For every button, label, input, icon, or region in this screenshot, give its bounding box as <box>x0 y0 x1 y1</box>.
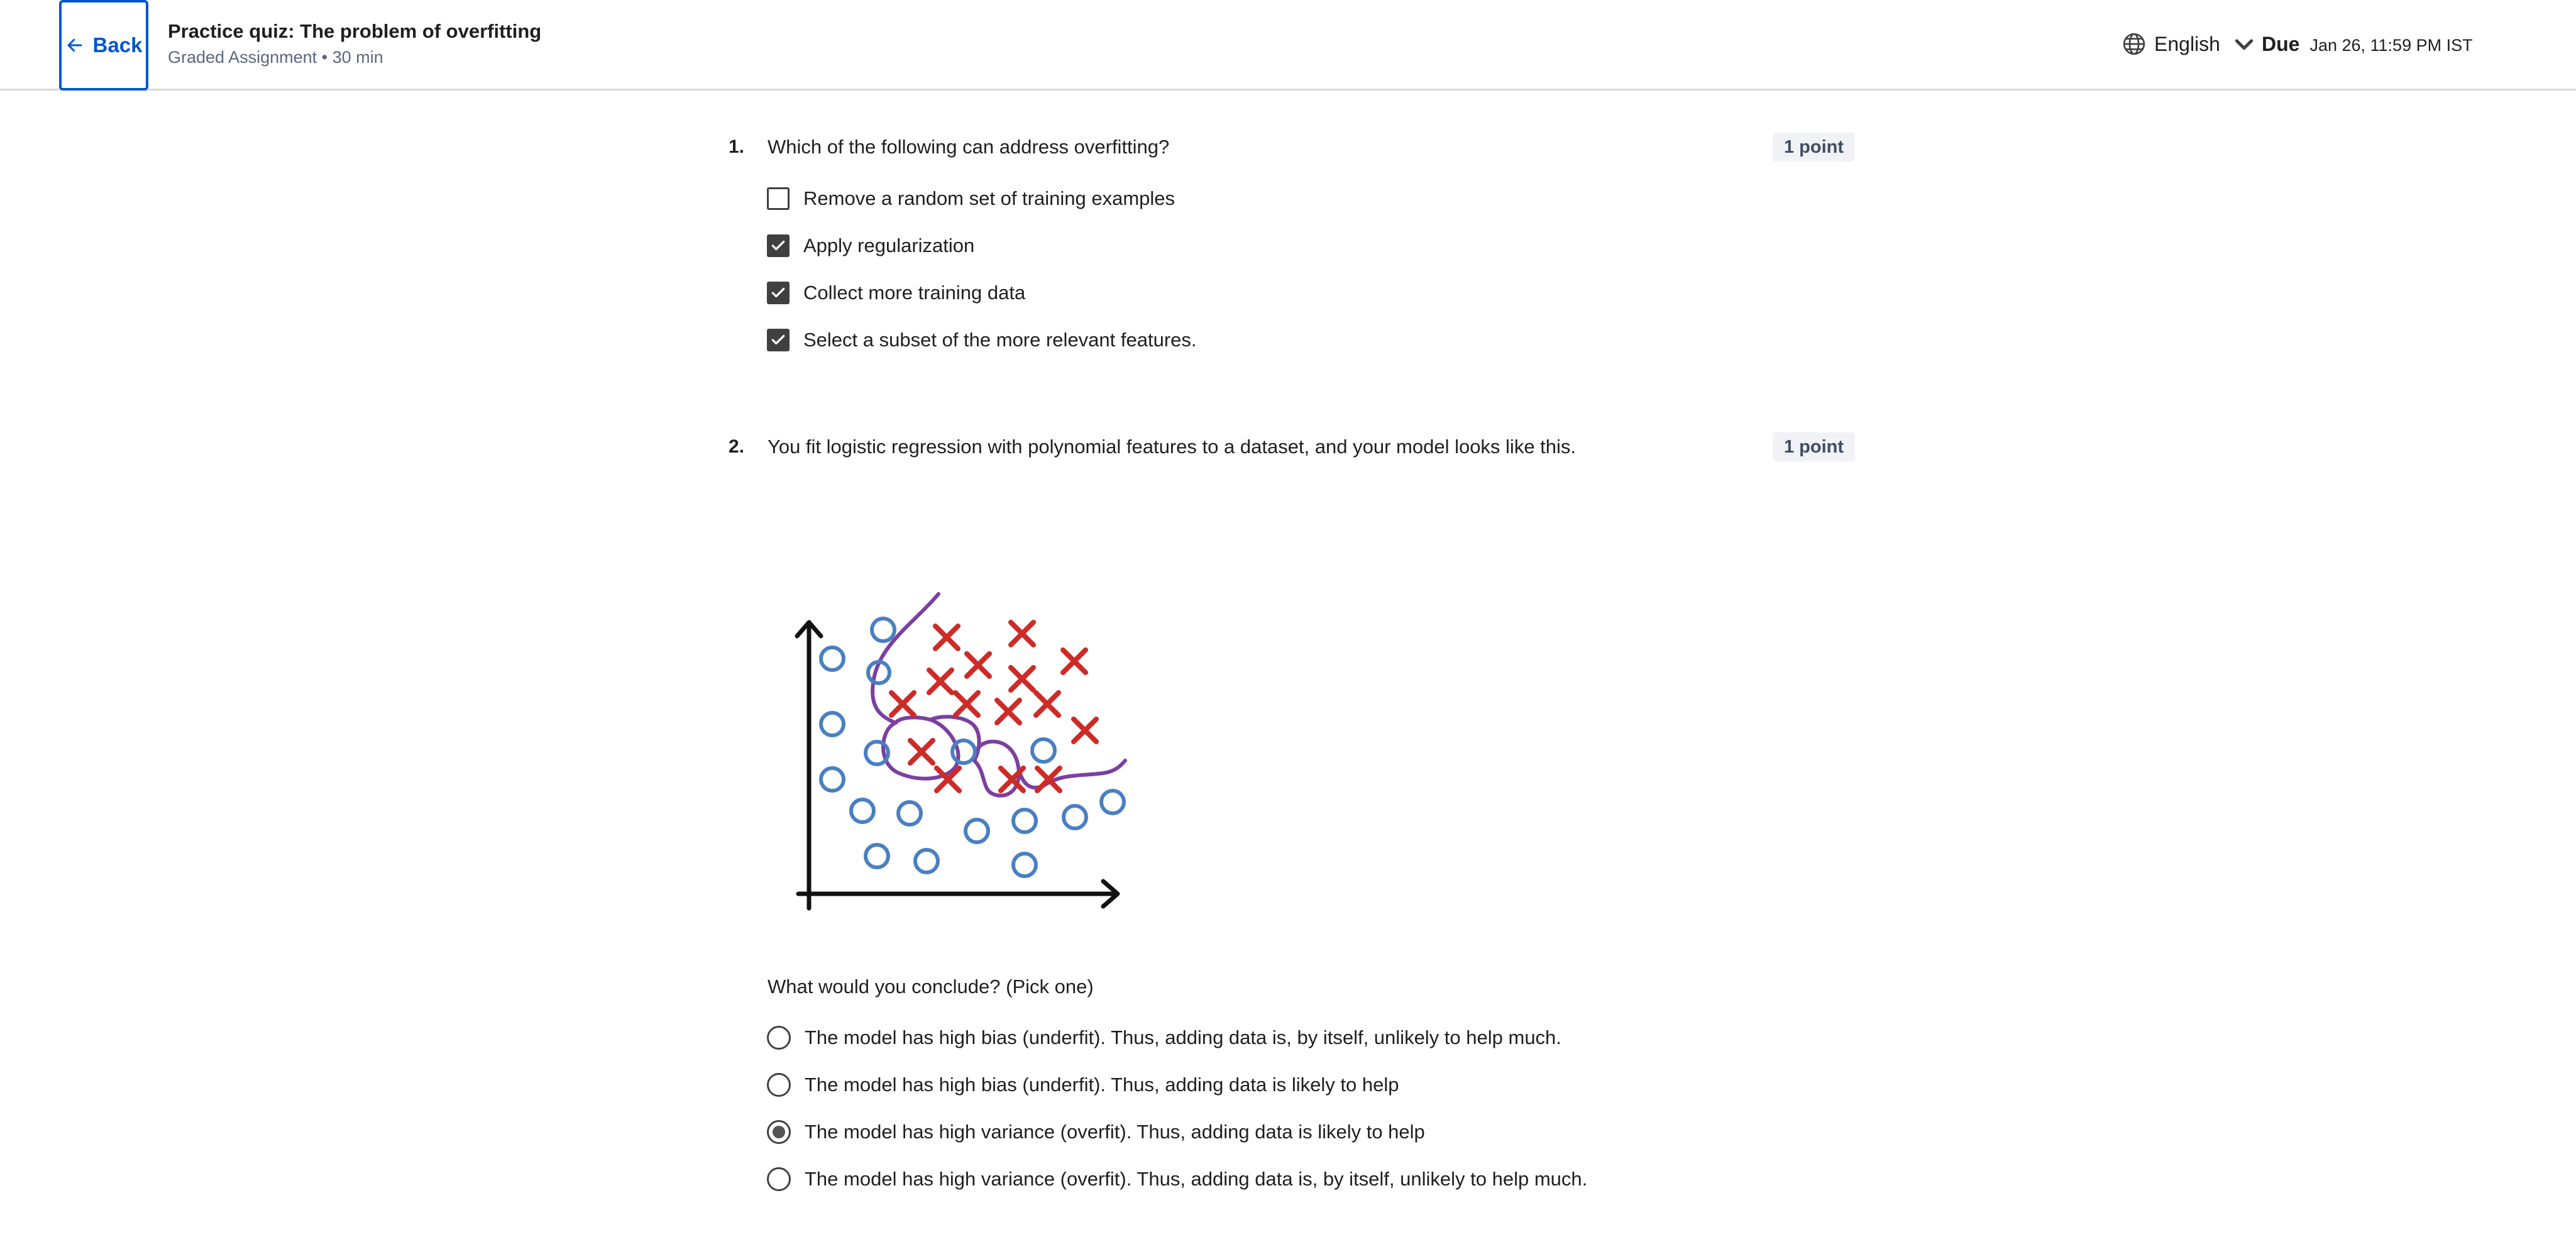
option-label: The model has high variance (overfit). T… <box>805 1121 1425 1143</box>
due-value: Jan 26, 11:59 PM IST <box>2309 36 2473 55</box>
top-header: Back Practice quiz: The problem of overf… <box>0 0 2576 91</box>
question-number: 1. <box>729 136 745 157</box>
option-remove-random-examples[interactable]: Remove a random set of training examples <box>767 187 1175 210</box>
due-date: Due Jan 26, 11:59 PM IST <box>2262 33 2473 56</box>
option-select-feature-subset[interactable]: Select a subset of the more relevant fea… <box>767 329 1197 351</box>
language-selector[interactable]: English <box>2122 31 2257 57</box>
page-title: Practice quiz: The problem of overfittin… <box>168 20 542 42</box>
option-label: Collect more training data <box>803 282 1026 304</box>
option-high-variance-data-not-help[interactable]: The model has high variance (overfit). T… <box>767 1167 1587 1191</box>
points-badge: 1 point <box>1773 133 1856 162</box>
back-button[interactable]: Back <box>59 0 148 91</box>
radio-button[interactable] <box>767 1026 791 1050</box>
option-label: Remove a random set of training examples <box>803 187 1175 209</box>
option-apply-regularization[interactable]: Apply regularization <box>767 234 974 257</box>
globe-icon <box>2123 33 2145 55</box>
option-high-bias-data-not-help[interactable]: The model has high bias (underfit). Thus… <box>767 1026 1561 1050</box>
checkbox[interactable] <box>767 187 790 210</box>
overfitting-decision-boundary-image <box>795 592 1127 911</box>
class-crosses <box>889 620 1099 793</box>
question-number: 2. <box>729 436 745 457</box>
language-label: English <box>2154 32 2220 55</box>
question-prompt: What would you conclude? (Pick one) <box>768 976 1094 998</box>
points-badge: 1 point <box>1773 432 1856 461</box>
checkbox-checked[interactable] <box>767 282 790 304</box>
question-text: Which of the following can address overf… <box>768 136 1170 158</box>
radio-button[interactable] <box>767 1167 791 1191</box>
option-label: The model has high bias (underfit). Thus… <box>805 1026 1561 1048</box>
option-high-variance-data-helps[interactable]: The model has high variance (overfit). T… <box>767 1120 1425 1144</box>
check-icon <box>771 287 785 298</box>
option-label: Apply regularization <box>803 234 975 256</box>
check-icon <box>771 240 785 251</box>
due-label: Due <box>2262 33 2300 55</box>
radio-button-selected[interactable] <box>767 1120 791 1144</box>
option-label: Select a subset of the more relevant fea… <box>803 329 1197 351</box>
check-icon <box>771 334 785 345</box>
question-text: You fit logistic regression with polynom… <box>768 436 1577 458</box>
option-label: The model has high bias (underfit). Thus… <box>805 1074 1399 1096</box>
checkbox-checked[interactable] <box>767 234 790 257</box>
checkbox-checked[interactable] <box>767 329 790 351</box>
option-high-bias-data-helps[interactable]: The model has high bias (underfit). Thus… <box>767 1073 1399 1097</box>
back-button-label: Back <box>92 33 143 57</box>
radio-button[interactable] <box>767 1073 791 1097</box>
radio-dot <box>773 1126 785 1138</box>
option-collect-more-data[interactable]: Collect more training data <box>767 282 1025 304</box>
assignment-meta: Graded Assignment • 30 min <box>168 48 383 67</box>
chevron-down-icon <box>2235 39 2254 50</box>
option-label: The model has high variance (overfit). T… <box>805 1168 1588 1190</box>
arrow-left-icon <box>67 38 82 52</box>
